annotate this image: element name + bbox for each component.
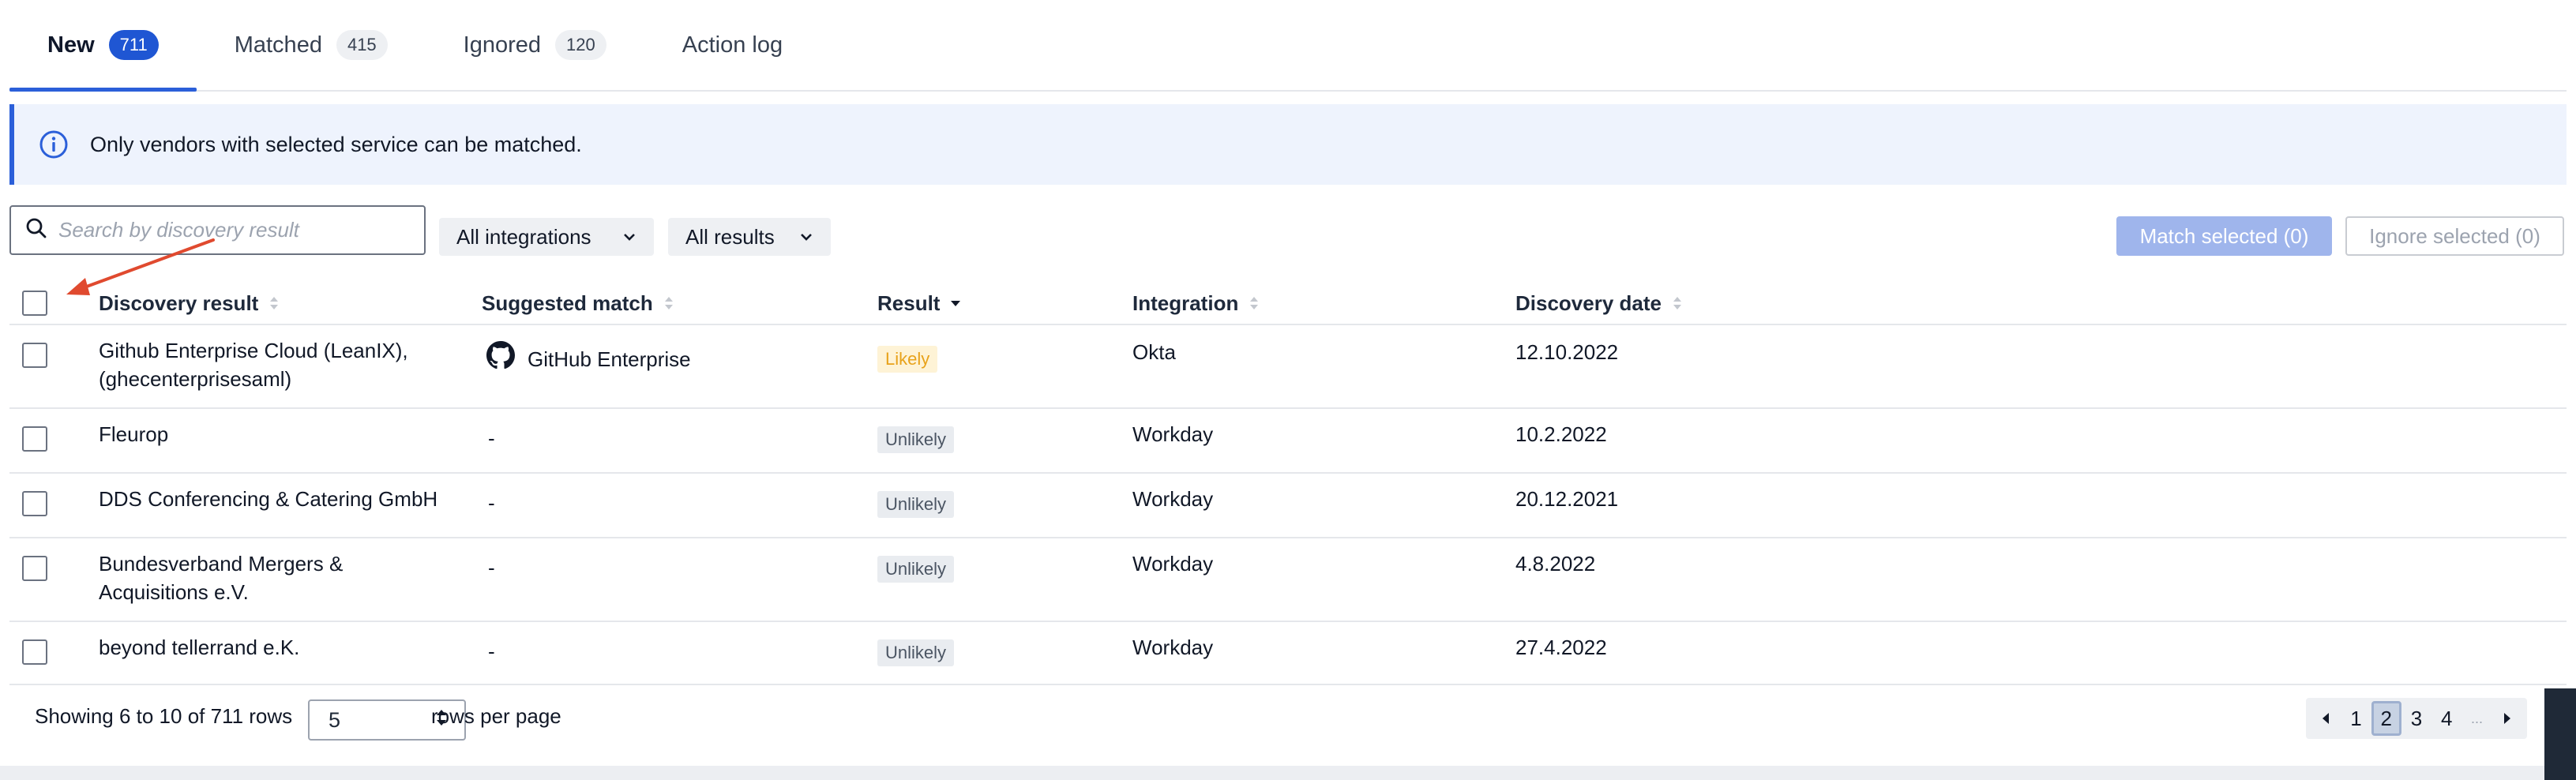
sort-icon — [1671, 294, 1684, 312]
next-page-icon[interactable] — [2492, 701, 2522, 736]
column-header-discovery-date[interactable]: Discovery date — [1515, 281, 1684, 325]
discovery-date-cell: 10.2.2022 — [1515, 422, 1607, 446]
row-checkbox[interactable] — [22, 426, 47, 452]
tab-action-log[interactable]: Action log — [644, 0, 820, 90]
discovery-result-cell: DDS Conferencing & Catering GmbH — [99, 487, 438, 511]
tab-bar: New 711 Matched 415 Ignored 120 Action l… — [9, 0, 2567, 92]
tab-count-badge: 120 — [555, 30, 606, 60]
tab-label: Matched — [234, 32, 322, 58]
row-checkbox[interactable] — [22, 343, 47, 368]
discovery-result-cell: Bundesverband Mergers & Acquisitions e.V… — [99, 549, 343, 606]
sort-icon — [663, 294, 675, 312]
tab-count-badge: 415 — [336, 30, 388, 60]
column-header-result[interactable]: Result — [877, 281, 962, 325]
page-button-4[interactable]: 4 — [2431, 701, 2461, 736]
sort-icon — [1248, 294, 1260, 312]
row-checkbox[interactable] — [22, 491, 47, 516]
discovery-table: Discovery result Suggested match Result … — [9, 281, 2567, 685]
integration-cell: Workday — [1132, 552, 1214, 576]
showing-rows-text: Showing 6 to 10 of 711 rows — [35, 704, 293, 728]
integration-cell: Okta — [1132, 340, 1176, 364]
column-header-discovery-result[interactable]: Discovery result — [99, 281, 280, 325]
table-header: Discovery result Suggested match Result … — [9, 281, 2567, 325]
table-row[interactable]: Fleurop - Unlikely Workday 10.2.2022 — [9, 409, 2567, 474]
suggested-match-cell: - — [488, 556, 495, 579]
row-checkbox[interactable] — [22, 639, 47, 665]
suggested-match-cell: - — [488, 426, 495, 450]
discovery-result-line: Acquisitions e.V. — [99, 580, 249, 604]
discovery-result-cell: Fleurop — [99, 422, 169, 446]
column-header-integration[interactable]: Integration — [1132, 281, 1260, 325]
column-label: Discovery result — [99, 291, 259, 315]
info-icon — [38, 129, 69, 160]
page-button-3[interactable]: 3 — [2401, 701, 2431, 736]
discovery-result-cell: Github Enterprise Cloud (LeanIX), (ghece… — [99, 336, 408, 393]
row-checkbox[interactable] — [22, 556, 47, 581]
integration-cell: Workday — [1132, 487, 1214, 511]
integrations-select[interactable]: All integrations — [439, 218, 654, 256]
discovery-date-cell: 12.10.2022 — [1515, 340, 1619, 364]
banner-text: Only vendors with selected service can b… — [90, 132, 582, 156]
suggested-match-cell: - — [488, 491, 495, 515]
page-button-2[interactable]: 2 — [2371, 701, 2401, 736]
sort-icon — [268, 294, 280, 312]
tab-matched[interactable]: Matched 415 — [197, 0, 426, 90]
chevron-down-icon — [622, 230, 636, 244]
result-badge: Unlikely — [877, 639, 955, 666]
feedback-side-tab[interactable] — [2544, 688, 2576, 780]
discovery-result-cell: beyond tellerrand e.K. — [99, 636, 300, 659]
integration-cell: Workday — [1132, 636, 1214, 659]
column-label: Suggested match — [482, 291, 653, 315]
previous-page-icon[interactable] — [2311, 701, 2341, 736]
select-all-checkbox[interactable] — [22, 291, 47, 316]
tab-label: Ignored — [463, 32, 542, 58]
discovery-result-line: Bundesverband Mergers & — [99, 552, 344, 576]
results-select-value: All results — [685, 224, 775, 249]
discovery-result-line: (ghecenterprisesaml) — [99, 367, 292, 391]
column-label: Integration — [1132, 291, 1239, 315]
rows-per-page-value: 5 — [329, 707, 341, 732]
discovery-date-cell: 27.4.2022 — [1515, 636, 1607, 659]
table-row[interactable]: Github Enterprise Cloud (LeanIX), (ghece… — [9, 325, 2567, 409]
page-button-1[interactable]: 1 — [2341, 701, 2371, 736]
tab-count-badge: 711 — [108, 30, 159, 60]
result-badge: Unlikely — [877, 426, 955, 453]
search-input[interactable] — [58, 218, 406, 242]
search-box — [9, 205, 426, 255]
bottom-divider — [0, 766, 2544, 780]
column-header-suggested-match[interactable]: Suggested match — [482, 281, 675, 325]
match-selected-button[interactable]: Match selected (0) — [2116, 216, 2332, 256]
rows-per-page-label: rows per page — [431, 704, 561, 728]
tab-new[interactable]: New 711 — [9, 0, 197, 92]
suggested-match-link[interactable]: GitHub Enterprise — [528, 345, 691, 373]
column-label: Result — [877, 291, 941, 315]
search-icon — [25, 217, 47, 243]
sort-descending-icon — [949, 294, 962, 312]
suggested-match-cell: GitHub Enterprise — [486, 341, 691, 377]
tab-ignored[interactable]: Ignored 120 — [426, 0, 644, 90]
discovery-date-cell: 20.12.2021 — [1515, 487, 1619, 511]
result-badge: Unlikely — [877, 556, 955, 583]
pagination: 1 2 3 4 ... — [2306, 698, 2527, 739]
column-label: Discovery date — [1515, 291, 1662, 315]
tab-label: New — [47, 32, 95, 58]
discovery-result-line: Github Enterprise Cloud (LeanIX), — [99, 339, 408, 362]
discovery-date-cell: 4.8.2022 — [1515, 552, 1596, 576]
chevron-down-icon — [799, 230, 813, 244]
table-footer: Showing 6 to 10 of 711 rows 5 rows per p… — [9, 687, 2567, 750]
table-row[interactable]: DDS Conferencing & Catering GmbH - Unlik… — [9, 474, 2567, 538]
page-ellipsis: ... — [2471, 710, 2484, 726]
result-badge: Unlikely — [877, 491, 955, 518]
integration-cell: Workday — [1132, 422, 1214, 446]
info-banner: Only vendors with selected service can b… — [9, 104, 2567, 185]
integrations-select-value: All integrations — [456, 224, 591, 249]
table-row[interactable]: beyond tellerrand e.K. - Unlikely Workda… — [9, 622, 2567, 685]
suggested-match-cell: - — [488, 639, 495, 663]
table-row[interactable]: Bundesverband Mergers & Acquisitions e.V… — [9, 538, 2567, 622]
results-select[interactable]: All results — [668, 218, 831, 256]
github-icon — [486, 341, 515, 377]
result-badge: Likely — [877, 346, 938, 373]
tab-label: Action log — [682, 32, 783, 58]
ignore-selected-button[interactable]: Ignore selected (0) — [2345, 216, 2564, 256]
